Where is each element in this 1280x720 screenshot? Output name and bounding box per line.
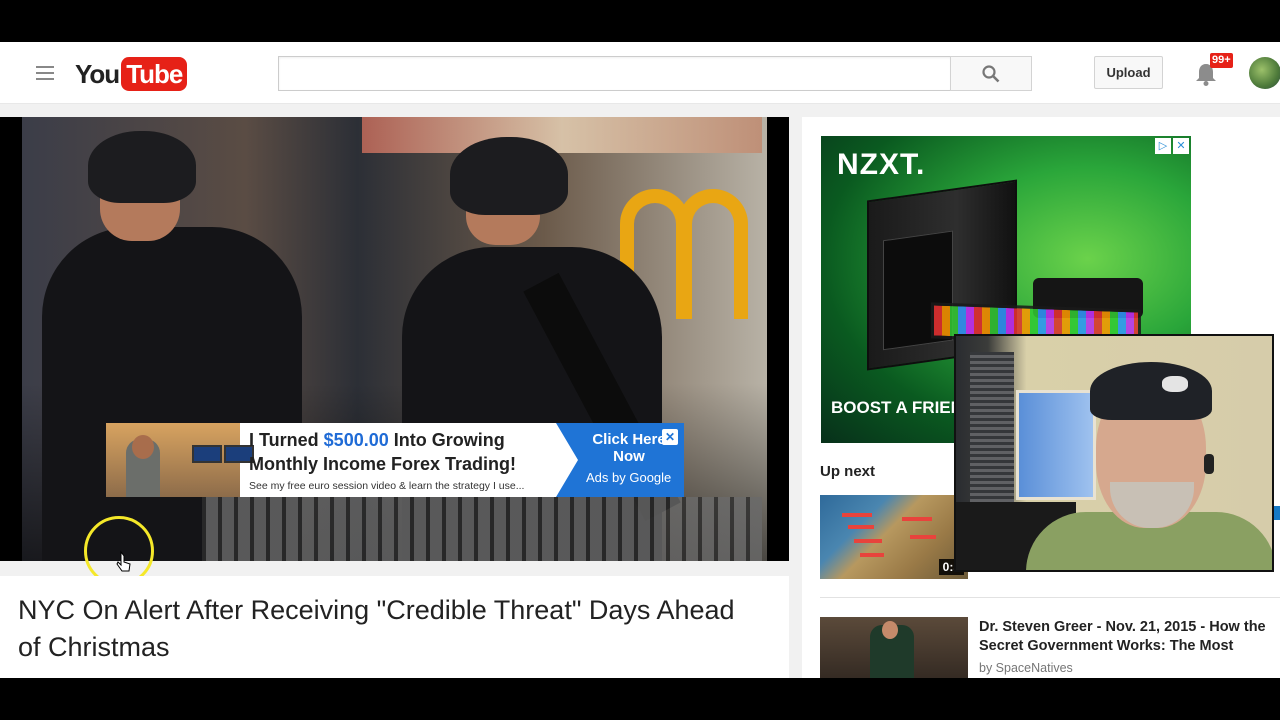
map-marker [902,517,932,521]
notification-count-badge: 99+ [1210,53,1233,68]
headline-prefix: I Turned [249,430,324,450]
map-marker [854,539,882,543]
masthead: You Tube Upload 99+ [0,42,1280,104]
close-icon[interactable]: ✕ [1173,138,1189,154]
webcam-window [1016,390,1096,500]
map-marker [842,513,872,517]
user-avatar[interactable] [1249,57,1280,89]
mouse-pointer-icon [116,550,131,572]
ad-brand-logo: NZXT. [837,148,926,181]
overlay-ad-headline-1: I Turned $500.00 Into Growing [249,428,559,452]
headset-earpiece [1204,454,1214,474]
close-icon[interactable]: ✕ [662,429,678,445]
recommendation-title-line: Secret Government Works: The Most [979,638,1234,654]
search-icon [982,64,1000,82]
person-head-shape [132,435,154,459]
overlay-ad-subtext: See my free euro session video & learn t… [249,480,525,492]
overlay-ad-thumbnail [106,423,254,497]
headline-amount: $500.00 [323,430,389,450]
webcam-person-cap [1090,362,1212,420]
logo-you-text: You [75,58,120,89]
scroll-indicator [1274,506,1280,520]
recommendation-title[interactable]: Dr. Steven Greer - Nov. 21, 2015 - How t… [979,618,1280,656]
overlay-ad-text: I Turned $500.00 Into Growing Monthly In… [249,428,559,492]
cap-logo [1162,376,1188,392]
background-billboard [362,117,762,153]
monitor-shape [192,445,222,463]
recommendation-thumbnail[interactable] [820,617,968,678]
golden-arch-right [678,189,748,319]
map-marker [860,553,884,557]
overlay-ad-headline-2: Monthly Income Forex Trading! [249,454,517,474]
overlay-ad[interactable]: I Turned $500.00 Into Growing Monthly In… [106,423,684,497]
sidebar-divider [820,597,1280,598]
map-marker [848,525,874,529]
video-player[interactable]: I Turned $500.00 Into Growing Monthly In… [0,117,789,561]
up-next-thumbnail[interactable]: 0:5 [820,495,968,579]
search-input[interactable] [278,56,951,91]
officer-left-helmet [88,131,196,203]
youtube-watch-page: You Tube Upload 99+ I Turned $500.00 Int… [0,42,1280,678]
webcam-overlay [954,334,1274,572]
recommendation-title-line: Dr. Steven Greer - Nov. 21, 2015 - How t… [979,619,1266,635]
search-button[interactable] [950,56,1032,91]
officer-right-helmet [450,137,568,215]
webcam-window-blind [970,352,1014,502]
up-next-heading: Up next [820,463,876,480]
speaker-head-shape [882,621,898,639]
video-title: NYC On Alert After Receiving "Credible T… [18,595,735,662]
recommendation-channel: by SpaceNatives [979,661,1073,675]
ads-by-google-label[interactable]: Ads by Google [586,470,671,485]
logo-tube-text: Tube [121,57,188,91]
headline-suffix: Into Growing [388,430,505,450]
upload-button[interactable]: Upload [1094,56,1163,89]
video-info: NYC On Alert After Receiving "Credible T… [0,576,789,678]
youtube-logo[interactable]: You Tube [75,56,188,92]
ad-choices[interactable]: ▷ ✕ [1155,138,1189,154]
metal-barricade [202,497,762,561]
overlay-ad-cta-label: Click Here Now [592,431,666,465]
map-marker [910,535,936,539]
adchoices-icon[interactable]: ▷ [1155,138,1171,154]
hamburger-menu-icon[interactable] [36,66,54,80]
